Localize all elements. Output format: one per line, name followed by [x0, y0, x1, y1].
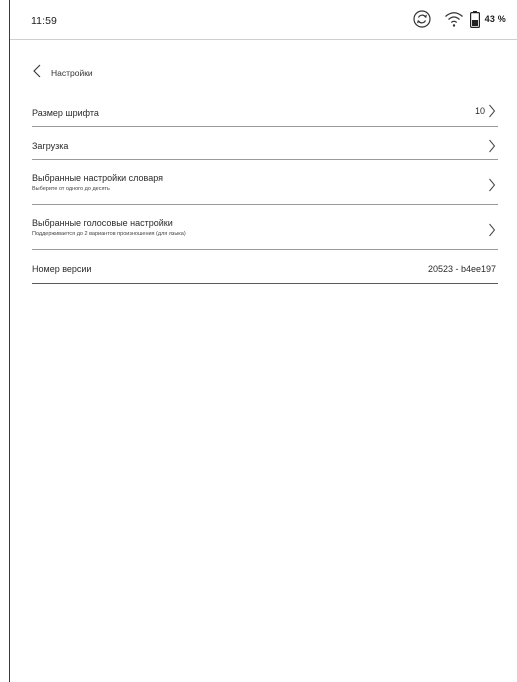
status-bar: 11:59 43 %	[10, 0, 517, 40]
setting-description: Выберите от одного до десять	[32, 186, 110, 192]
setting-description: Поддерживается до 2 вариантов произношен…	[32, 231, 186, 237]
page-title: Настройки	[51, 68, 93, 78]
wifi-icon[interactable]	[444, 10, 464, 28]
chevron-left-icon	[32, 64, 51, 83]
chevron-right-icon	[488, 104, 496, 118]
setting-value-group	[488, 223, 496, 237]
battery-icon	[469, 10, 480, 28]
setting-label: Номер версии	[32, 264, 92, 274]
setting-value-group	[488, 178, 496, 192]
setting-value-group	[488, 139, 496, 153]
setting-value-group: 10	[475, 104, 496, 118]
version-value: 20523 - b4ee197	[427, 264, 496, 274]
settings-screen: 11:59 43 % Настройки Размер шрифта 10 За…	[9, 0, 517, 682]
status-icons: 43 %	[412, 9, 506, 29]
setting-label: Выбранные голосовые настройки	[32, 218, 173, 228]
chevron-right-icon	[488, 139, 496, 153]
font-size-value: 10	[474, 106, 485, 116]
back-button[interactable]: Настройки	[32, 64, 93, 82]
setting-row-dictionary[interactable]: Выбранные настройки словаря Выберите от …	[32, 160, 498, 205]
setting-row-download[interactable]: Загрузка	[32, 127, 498, 160]
setting-row-font-size[interactable]: Размер шрифта 10	[32, 94, 498, 127]
setting-row-voice[interactable]: Выбранные голосовые настройки Поддержива…	[32, 205, 498, 250]
settings-list: Размер шрифта 10 Загрузка Выбранные наст…	[32, 94, 498, 284]
setting-row-version: Номер версии 20523 - b4ee197	[32, 250, 498, 284]
setting-label: Размер шрифта	[32, 108, 99, 118]
status-time: 11:59	[31, 15, 57, 27]
setting-label: Загрузка	[32, 141, 69, 151]
chevron-right-icon	[488, 178, 496, 192]
sync-icon[interactable]	[412, 9, 432, 29]
chevron-right-icon	[488, 223, 496, 237]
battery-percent: 43 %	[484, 14, 506, 24]
setting-label: Выбранные настройки словаря	[32, 173, 163, 183]
